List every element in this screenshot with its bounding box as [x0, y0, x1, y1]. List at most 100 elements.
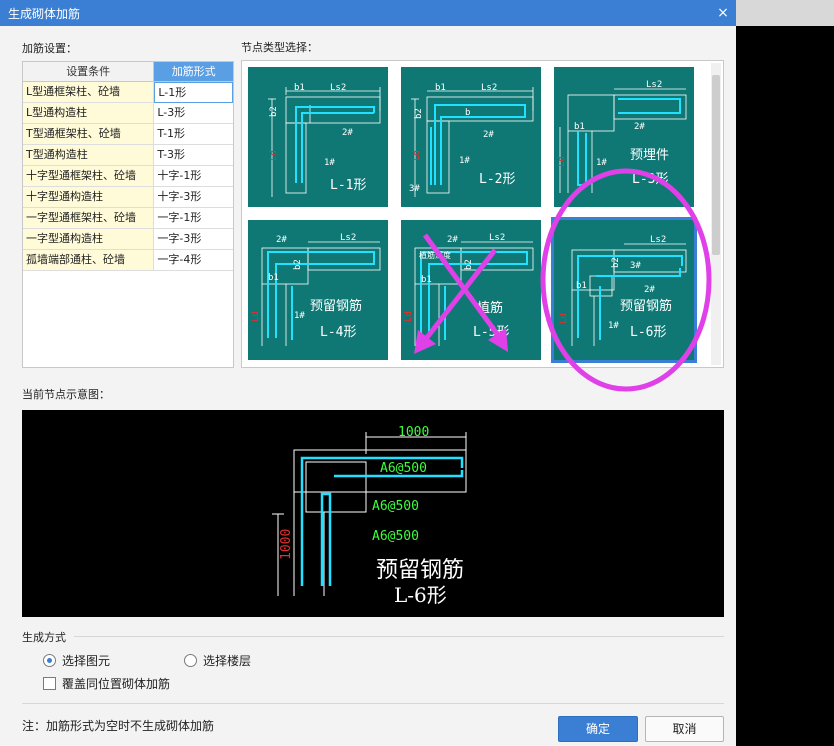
radio-label: 选择图元 [62, 654, 111, 668]
tile-label: b1 [421, 275, 432, 285]
tile-extra: 预留钢筋 [310, 298, 362, 314]
condition-cell: 一字型通框架柱、砼墙 [23, 208, 155, 229]
tile-label: 2# [644, 285, 655, 295]
settings-table: 设置条件 加筋形式 L型通框架柱、砼墙 L-1形 L型通构造柱 L-3形 T型通框架… [22, 61, 234, 368]
column-header-condition: 设置条件 [23, 62, 155, 82]
tile-extra: 植筋 [477, 300, 503, 316]
node-tile-l2[interactable]: b1 Ls2 b2 b 2# 1# 3# Ld L-2形 [401, 67, 541, 207]
table-row[interactable]: 十字型通框架柱、砼墙 十字-1形 [23, 166, 233, 187]
tile-label: Ld [557, 156, 567, 167]
table-row[interactable]: L型通构造柱 L-3形 [23, 103, 233, 124]
tile-label: Ld [412, 150, 422, 161]
node-preview: 1000 1000 A6@500 A6@500 A6@500 预留钢筋 L-6形 [22, 410, 724, 617]
radio-dot[interactable] [184, 654, 197, 667]
dialog: 生成砌体加筋 × 加筋设置： 节点类型选择： 设置条件 加筋形式 L型通框架柱、… [0, 0, 736, 746]
preview-dim-top: 1000 [398, 425, 429, 440]
ok-button[interactable]: 确定 [558, 716, 638, 742]
preview-spec-3: A6@500 [372, 529, 419, 544]
condition-cell: T型通构造柱 [23, 145, 155, 166]
tile-label: 1# [294, 311, 305, 321]
form-cell[interactable]: 一字-4形 [154, 250, 233, 271]
table-row[interactable]: 十字型通构造柱 十字-3形 [23, 187, 233, 208]
tile-name: L-6形 [630, 325, 666, 340]
tile-label: b1 [576, 281, 587, 291]
preview-spec-1: A6@500 [380, 461, 427, 476]
tile-label: Ls2 [330, 83, 346, 93]
overwrite-checkbox[interactable]: 覆盖同位置砌体加筋 [43, 675, 170, 692]
tile-name: L-2形 [479, 172, 515, 187]
node-type-label: 节点类型选择： [241, 41, 318, 54]
table-row[interactable]: L型通框架柱、砼墙 L-1形 [23, 82, 233, 103]
condition-cell: 一字型通构造柱 [23, 229, 155, 250]
note-text: 注：加筋形式为空时不生成砌体加筋 [22, 719, 215, 733]
divider [74, 636, 724, 637]
tile-label: b1 [294, 83, 305, 93]
form-cell[interactable]: 一字-3形 [154, 229, 233, 250]
title-bar: 生成砌体加筋 × [0, 0, 736, 26]
tile-label: 2# [483, 130, 494, 140]
radio-label: 选择楼层 [203, 654, 252, 668]
tile-label: 2# [447, 235, 458, 245]
tile-label: 2# [634, 122, 645, 132]
tile-label: Ls2 [340, 233, 356, 243]
tile-label: b2 [464, 259, 474, 270]
tile-label: 2# [276, 235, 287, 245]
table-row[interactable]: 一字型通框架柱、砼墙 一字-1形 [23, 208, 233, 229]
tile-label: Ld [404, 311, 414, 322]
radio-dot[interactable] [43, 654, 56, 667]
form-cell[interactable]: 一字-1形 [154, 208, 233, 229]
close-icon[interactable]: × [710, 5, 736, 21]
radio-select-floor[interactable]: 选择楼层 [184, 652, 251, 669]
cancel-button[interactable]: 取消 [645, 716, 724, 742]
tile-label: 2# [342, 128, 353, 138]
tile-label: 1# [608, 321, 619, 331]
tile-label: Ld [269, 150, 279, 161]
tile-extra: 预埋件 [630, 148, 669, 163]
node-type-gallery: b1 Ls2 b2 2# 1# Ld L-1形 b1 Ls2 b2 b 2# 1… [241, 60, 724, 368]
tile-label: b1 [435, 83, 446, 93]
checkbox-box[interactable] [43, 677, 56, 690]
tile-label: b2 [293, 259, 303, 270]
tile-label: Ls2 [650, 235, 666, 245]
node-tile-l3[interactable]: Ls2 b1 2# 1# Ld 预埋件 L-3形 [554, 67, 694, 207]
gallery-scrollbar[interactable] [711, 63, 721, 365]
tile-label: 1# [459, 156, 470, 166]
tile-label: b2 [611, 257, 621, 268]
tile-label: Ls2 [481, 83, 497, 93]
background-toolbar [736, 0, 834, 26]
table-row[interactable]: 一字型通构造柱 一字-3形 [23, 229, 233, 250]
scrollbar-thumb[interactable] [712, 75, 720, 255]
table-row[interactable]: T型通构造柱 T-3形 [23, 145, 233, 166]
tile-name: L-3形 [632, 172, 668, 187]
rebar-settings-label: 加筋设置： [22, 42, 77, 55]
condition-cell: 十字型通框架柱、砼墙 [23, 166, 155, 187]
form-cell[interactable]: 十字-1形 [154, 166, 233, 187]
form-cell[interactable]: 十字-3形 [154, 187, 233, 208]
condition-cell: L型通框架柱、砼墙 [23, 82, 155, 103]
form-cell[interactable]: L-3形 [154, 103, 233, 124]
preview-caption-2: L-6形 [394, 583, 447, 607]
tile-label: Ld [559, 313, 569, 324]
node-tile-l5[interactable]: 2# Ls2 b2 b1 植筋深度 Ld 植筋 L-5形 [401, 220, 541, 360]
tile-label: 1# [324, 158, 335, 168]
checkbox-label: 覆盖同位置砌体加筋 [62, 677, 171, 691]
table-row[interactable]: 孤墙端部通柱、砼墙 一字-4形 [23, 250, 233, 271]
tile-extra: 预留钢筋 [620, 298, 672, 314]
tile-label: Ls2 [489, 233, 505, 243]
gen-method-label: 生成方式 [22, 631, 66, 644]
table-header: 设置条件 加筋形式 [23, 62, 233, 82]
form-cell[interactable]: T-3形 [154, 145, 233, 166]
form-cell[interactable]: T-1形 [154, 124, 233, 145]
preview-spec-2: A6@500 [372, 499, 419, 514]
node-tile-l4[interactable]: 2# Ls2 b2 b1 1# Ld 预留钢筋 L-4形 [248, 220, 388, 360]
node-tile-l6[interactable]: Ls2 3# 2# b2 b1 1# Ld 预留钢筋 L-6形 [551, 217, 697, 363]
condition-cell: L型通构造柱 [23, 103, 155, 124]
radio-select-element[interactable]: 选择图元 [43, 652, 110, 669]
form-cell[interactable]: L-1形 [154, 82, 233, 103]
node-tile-l1[interactable]: b1 Ls2 b2 2# 1# Ld L-1形 [248, 67, 388, 207]
tile-label: b1 [268, 273, 279, 283]
tile-name: L-4形 [320, 325, 356, 340]
table-row[interactable]: T型通框架柱、砼墙 T-1形 [23, 124, 233, 145]
tile-label: b [465, 108, 470, 118]
tile-label: Ls2 [646, 80, 662, 90]
